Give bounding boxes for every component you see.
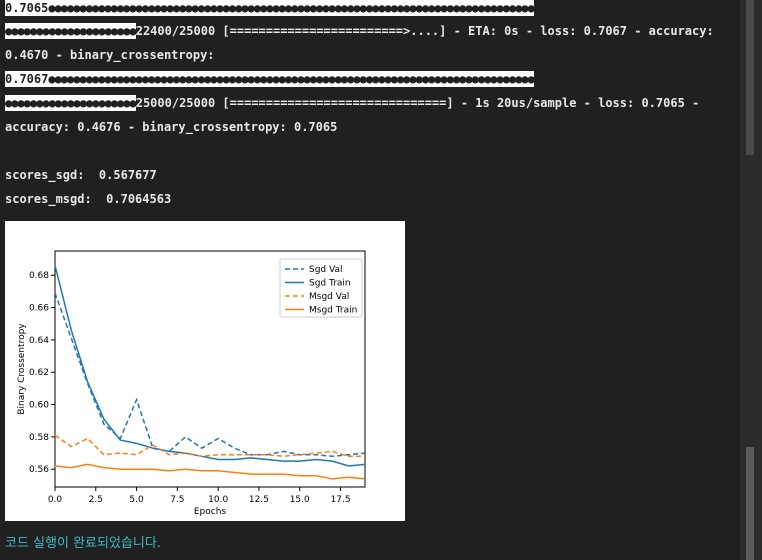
progress-text: 22400/25000 [========================>..… <box>135 24 714 38</box>
x-tick-label: 15.0 <box>290 495 310 505</box>
y-tick-label: 0.56 <box>29 465 49 475</box>
progress-line-3: 0.4670 - binary_crossentropy: <box>5 48 215 62</box>
legend-label: Msgd Train <box>309 306 357 316</box>
y-tick-label: 0.68 <box>29 271 49 281</box>
series-line-msgd-train <box>54 463 366 480</box>
progress-line-6: accuracy: 0.4676 - binary_crossentropy: … <box>5 120 338 134</box>
x-tick-label: 0.0 <box>48 495 63 505</box>
y-tick-label: 0.64 <box>29 336 49 346</box>
x-axis-label: Epochs <box>194 507 227 517</box>
progress-bullets: ●●●●●●●●●●●●●●●●●●●●●●●●●●●●●●●●●●●●●●●●… <box>48 71 535 87</box>
y-tick-label: 0.66 <box>29 304 49 314</box>
series-line-msgd-val <box>54 434 365 458</box>
scrollbar-thumb[interactable] <box>746 447 754 560</box>
loss-plot: 0.0 2.5 5.0 7.5 10.0 12.5 15.0 17.5 0.56 0.58 0.60… <box>5 221 405 521</box>
progress-line-5: ●●●●●●●●●●●●●●●●●●●●●25000/25000 [======… <box>5 95 699 111</box>
loss-value: 0.7065 <box>5 0 49 16</box>
legend-label: Msgd Val <box>309 292 349 302</box>
legend-label: Sgd Val <box>309 265 342 275</box>
vertical-scrollbar[interactable] <box>740 0 762 560</box>
progress-line-2: ●●●●●●●●●●●●●●●●●●●●●22400/25000 [======… <box>5 23 714 39</box>
execution-status: 코드 실행이 완료되었습니다. <box>5 536 161 551</box>
y-axis-label: Binary Crossentropy <box>17 323 27 415</box>
progress-bullets: ●●●●●●●●●●●●●●●●●●●●● <box>5 23 137 39</box>
loss-value: 0.7067 <box>5 71 49 87</box>
progress-line-4: 0.7067●●●●●●●●●●●●●●●●●●●●●●●●●●●●●●●●●●… <box>5 71 535 87</box>
x-tick-label: 7.5 <box>170 495 184 505</box>
progress-bullets: ●●●●●●●●●●●●●●●●●●●●●●●●●●●●●●●●●●●●●●●●… <box>48 0 535 16</box>
progress-text: 25000/25000 [===========================… <box>135 96 700 110</box>
legend-label: Sgd Train <box>309 279 351 289</box>
loss-chart-svg: 0.0 2.5 5.0 7.5 10.0 12.5 15.0 17.5 0.56 0.58 0.60… <box>17 250 366 517</box>
y-tick-label: 0.62 <box>29 368 49 378</box>
scores-sgd: scores_sgd: 0.567677 <box>5 168 157 182</box>
x-tick-label: 2.5 <box>89 495 103 505</box>
scrollbar-track-upper <box>746 0 754 155</box>
x-tick-label: 10.0 <box>208 495 228 505</box>
x-tick-label: 12.5 <box>249 495 269 505</box>
progress-line-1: 0.7065●●●●●●●●●●●●●●●●●●●●●●●●●●●●●●●●●●… <box>5 0 535 16</box>
progress-bullets: ●●●●●●●●●●●●●●●●●●●●● <box>5 95 137 111</box>
x-tick-label: 5.0 <box>129 495 144 505</box>
y-tick-label: 0.58 <box>29 433 49 443</box>
output-console: 0.7065●●●●●●●●●●●●●●●●●●●●●●●●●●●●●●●●●●… <box>0 0 740 560</box>
scores-msgd: scores_msgd: 0.7064563 <box>5 192 172 206</box>
x-tick-label: 17.5 <box>331 495 351 505</box>
y-tick-label: 0.60 <box>29 401 49 411</box>
